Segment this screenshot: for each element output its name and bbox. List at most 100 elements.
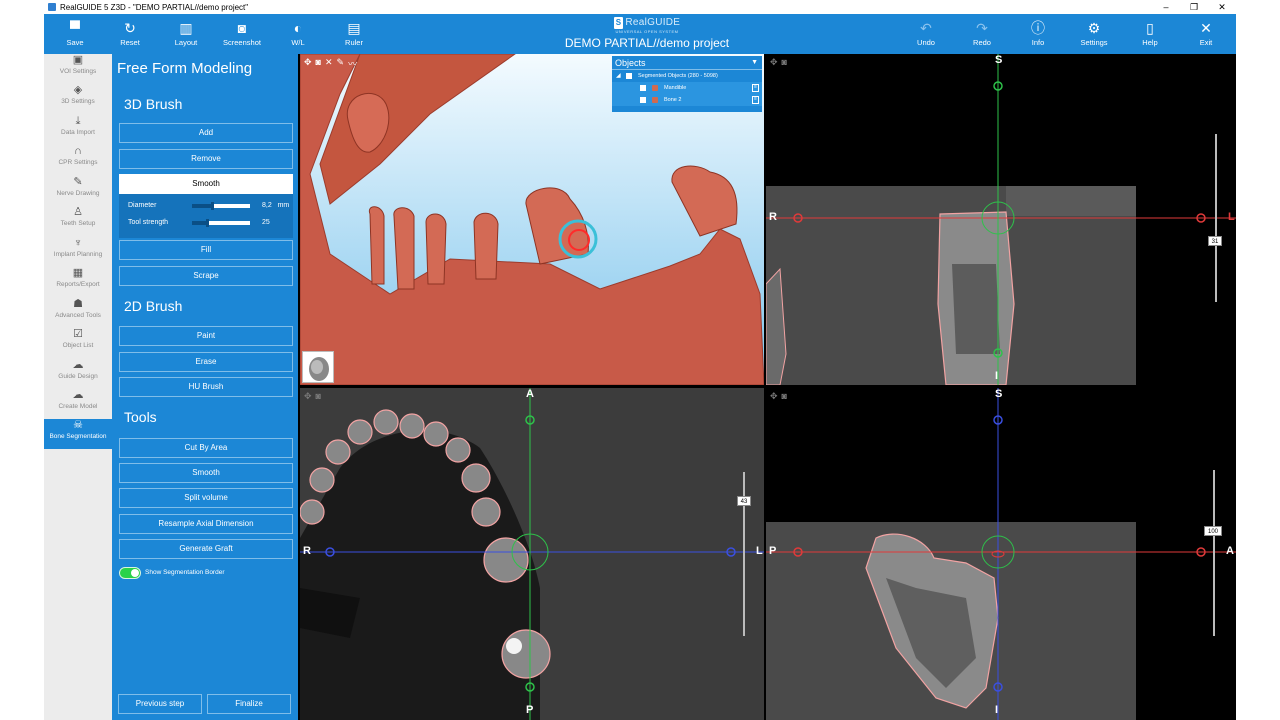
brand-block: S RealGUIDE UNIVERSAL OPEN SYSTEM DEMO PA… — [514, 17, 780, 51]
objects-panel-header[interactable]: Objects ▼ — [612, 56, 762, 70]
brush-add-button[interactable]: Add — [119, 123, 293, 143]
brush-remove-button[interactable]: Remove — [119, 149, 293, 169]
close-icon[interactable]: ✕ — [325, 57, 333, 70]
nav-reports-export[interactable]: ▦ Reports/Export — [44, 267, 112, 297]
help-button[interactable]: ▯ Help — [1122, 18, 1178, 48]
book-icon: ▯ — [1146, 20, 1154, 36]
object-row-bone-2[interactable]: Bone 2 ≡ — [612, 94, 762, 106]
diameter-slider[interactable] — [192, 202, 250, 210]
viewport-sagittal[interactable]: ✥ ◙ S I P A 100 — [766, 388, 1236, 720]
chevron-down-icon[interactable]: ▼ — [751, 56, 758, 70]
previous-step-button[interactable]: Previous step — [118, 694, 202, 714]
nav-advanced-tools[interactable]: ☗ Advanced Tools — [44, 298, 112, 328]
erase-button[interactable]: Erase — [119, 352, 293, 372]
nav-create-model[interactable]: ☁ Create Model — [44, 389, 112, 419]
nav-voi-settings[interactable]: ▣ VOI Settings — [44, 54, 112, 84]
camera-icon[interactable]: ◙ — [782, 57, 787, 68]
objects-title: Objects — [615, 58, 646, 68]
tooth-2 — [368, 206, 385, 285]
import-icon: ⤓ — [75, 115, 81, 127]
brush-smooth-button[interactable]: Smooth — [119, 174, 293, 194]
minimize-icon[interactable]: – — [1152, 0, 1180, 14]
window-level-button[interactable]: ◐ W/L — [270, 18, 326, 48]
camera-icon[interactable]: ◙ — [316, 391, 321, 402]
mandible-checkbox[interactable] — [640, 85, 646, 91]
bone2-color-icon — [652, 97, 658, 103]
orientation-head-icon[interactable] — [302, 351, 334, 383]
section-2d-brush-title: 2D Brush — [124, 298, 183, 314]
strength-slider[interactable] — [192, 219, 250, 227]
diameter-slider-handle[interactable] — [211, 202, 215, 210]
brush-icon[interactable]: ✎ — [337, 57, 345, 70]
reset-icon: ↻ — [124, 20, 136, 36]
exit-button[interactable]: ✕ Exit — [1178, 18, 1234, 48]
info-icon: ⓘ — [1031, 20, 1045, 36]
layout-button[interactable]: ▥ Layout — [158, 18, 214, 48]
generate-graft-button[interactable]: Generate Graft — [119, 539, 293, 559]
cpr-arch-icon: ∩ — [74, 145, 82, 157]
mandible-label: Mandible — [664, 85, 687, 91]
nav-teeth-setup[interactable]: ♙ Teeth Setup — [44, 206, 112, 236]
resample-axial-button[interactable]: Resample Axial Dimension — [119, 514, 293, 534]
voi-cube-icon: ▣ — [72, 54, 84, 66]
move-icon[interactable]: ✥ — [770, 391, 778, 402]
nav-nerve-drawing[interactable]: ✎ Nerve Drawing — [44, 176, 112, 206]
guide-design-icon: ☁ — [72, 359, 84, 371]
bone-segmentation-icon: ☠ — [73, 419, 83, 431]
brush-scrape-button[interactable]: Scrape — [119, 266, 293, 286]
settings-button[interactable]: ⚙ Settings — [1066, 18, 1122, 48]
window-controls: – ❐ ✕ — [1152, 0, 1236, 14]
viewport-3d[interactable]: ✥ ◙ ✕ ✎ 〰 Objects ▼ ◢ Segmented Objects … — [300, 54, 764, 385]
reset-button[interactable]: ↻ Reset — [102, 18, 158, 48]
move-icon[interactable]: ✥ — [304, 57, 312, 70]
info-button[interactable]: ⓘ Info — [1010, 18, 1066, 48]
strength-slider-fill — [192, 221, 207, 225]
camera-icon[interactable]: ◙ — [316, 57, 321, 70]
ruler-button[interactable]: ▤ Ruler — [326, 18, 382, 48]
nav-bone-segmentation[interactable]: ☠ Bone Segmentation — [44, 419, 112, 449]
hu-brush-button[interactable]: HU Brush — [119, 377, 293, 397]
redo-button[interactable]: ↷ Redo — [954, 18, 1010, 48]
camera-icon[interactable]: ◙ — [782, 391, 787, 402]
split-volume-button[interactable]: Split volume — [119, 488, 293, 508]
screenshot-button[interactable]: ◙ Screenshot — [214, 18, 270, 48]
viewport-axial[interactable]: ✥ ◙ A P R L 43 — [300, 388, 764, 720]
save-button[interactable]: ▀ Save — [47, 18, 103, 48]
sagittal-slice-value[interactable]: 100 — [1204, 526, 1222, 536]
object-row-mandible[interactable]: Mandible ≡ — [612, 82, 762, 94]
lasso-icon[interactable]: 〰 — [348, 57, 357, 70]
group-checkbox[interactable] — [626, 73, 632, 79]
tools-smooth-button[interactable]: Smooth — [119, 463, 293, 483]
undo-button[interactable]: ↶ Undo — [898, 18, 954, 48]
nav-data-import[interactable]: ⤓ Data Import — [44, 115, 112, 145]
nav-3d-settings[interactable]: ◈ 3D Settings — [44, 84, 112, 114]
bone2-menu-icon[interactable]: ≡ — [752, 96, 759, 104]
viewport-3d-toolbar: ✥ ◙ ✕ ✎ 〰 — [304, 57, 357, 70]
restore-icon[interactable]: ❐ — [1180, 0, 1208, 14]
axial-slice — [300, 388, 764, 720]
free-form-modeling-panel: Free Form Modeling 3D Brush Add Remove S… — [112, 54, 298, 720]
segmentation-border-toggle[interactable] — [119, 567, 141, 579]
move-icon[interactable]: ✥ — [770, 57, 778, 68]
paint-button[interactable]: Paint — [119, 326, 293, 346]
objects-group-row[interactable]: ◢ Segmented Objects (280 - 5098) — [612, 70, 762, 82]
move-icon[interactable]: ✥ — [304, 391, 312, 402]
collapse-triangle-icon[interactable]: ◢ — [616, 70, 621, 82]
nav-object-list[interactable]: ☑ Object List — [44, 328, 112, 358]
nav-implant-planning[interactable]: ♆ Implant Planning — [44, 237, 112, 267]
axial-slice-value[interactable]: 43 — [737, 496, 751, 506]
nerve-pen-icon: ✎ — [73, 176, 83, 188]
mandible-menu-icon[interactable]: ≡ — [752, 84, 759, 92]
strength-value: 25 — [262, 219, 270, 226]
bone2-checkbox[interactable] — [640, 97, 646, 103]
viewport-coronal[interactable]: ✥ ◙ S I R L 31 — [766, 54, 1236, 385]
strength-label: Tool strength — [128, 219, 169, 226]
brush-fill-button[interactable]: Fill — [119, 240, 293, 260]
nav-cpr-settings[interactable]: ∩ CPR Settings — [44, 145, 112, 175]
finalize-button[interactable]: Finalize — [207, 694, 291, 714]
close-icon[interactable]: ✕ — [1208, 0, 1236, 14]
strength-slider-handle[interactable] — [205, 219, 209, 227]
cut-by-area-button[interactable]: Cut By Area — [119, 438, 293, 458]
nav-guide-design[interactable]: ☁ Guide Design — [44, 359, 112, 389]
coronal-slice-value[interactable]: 31 — [1208, 236, 1222, 246]
